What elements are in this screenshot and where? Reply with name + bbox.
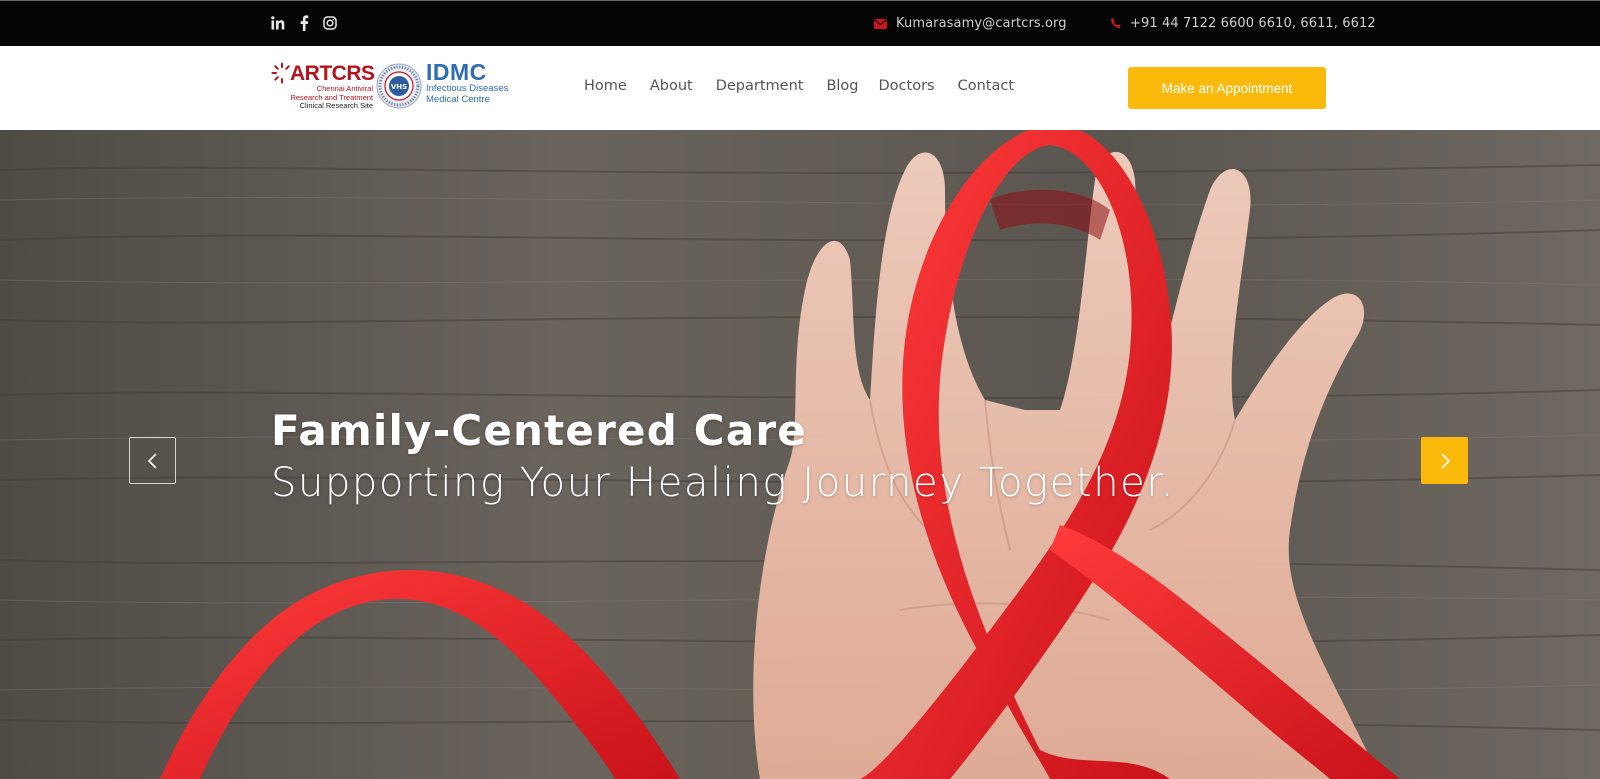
phone-icon xyxy=(1111,18,1121,29)
nav-doctors[interactable]: Doctors xyxy=(879,78,935,94)
hero-title: Family-Centered Care xyxy=(271,406,807,455)
idmc-logo: IDMC Infectious Diseases Medical Centre xyxy=(426,60,508,105)
artcrs-logo: ARTCRS Chennai Antiviral Research and Tr… xyxy=(271,59,375,115)
chevron-left-icon xyxy=(147,452,157,469)
vhs-seal-icon: VHS xyxy=(376,63,422,109)
make-appointment-button[interactable]: Make an Appointment xyxy=(1128,67,1326,109)
top-bar: Kumarasamy@cartcrs.org +91 44 7122 6600 … xyxy=(0,0,1600,46)
site-header: ARTCRS Chennai Antiviral Research and Tr… xyxy=(0,46,1600,130)
nav-home[interactable]: Home xyxy=(584,78,627,94)
idmc-line1: Infectious Diseases xyxy=(426,83,509,94)
seal-text: VHS xyxy=(391,83,407,91)
artcrs-wordmark: ARTCRS xyxy=(290,62,375,85)
hero-subtitle: Supporting Your Healing Journey Together… xyxy=(271,460,1176,506)
chevron-right-icon xyxy=(1440,452,1450,469)
main-nav: Home About Department Blog Doctors Conta… xyxy=(584,78,1037,94)
facebook-icon[interactable] xyxy=(297,15,311,31)
slider-prev-button[interactable] xyxy=(129,437,176,484)
linkedin-icon[interactable] xyxy=(271,15,285,31)
phone-text[interactable]: +91 44 7122 6600 6610, 6611, 6612 xyxy=(1130,16,1376,31)
nav-department[interactable]: Department xyxy=(716,78,804,94)
hero-slider: Family-Centered Care Supporting Your Hea… xyxy=(0,130,1600,779)
slider-next-button[interactable] xyxy=(1421,437,1468,484)
nav-about[interactable]: About xyxy=(650,78,693,94)
artcrs-tagline: Chennai Antiviral Research and Treatment… xyxy=(290,84,373,111)
artcrs-line3: Clinical Research Site xyxy=(299,101,373,110)
nav-contact[interactable]: Contact xyxy=(958,78,1014,94)
contact-email[interactable]: Kumarasamy@cartcrs.org xyxy=(874,16,1067,31)
social-links xyxy=(271,15,337,31)
nav-blog[interactable]: Blog xyxy=(826,78,858,94)
idmc-title: IDMC xyxy=(426,59,487,85)
site-logo[interactable]: ARTCRS Chennai Antiviral Research and Tr… xyxy=(271,59,516,115)
instagram-icon[interactable] xyxy=(323,15,337,31)
email-text[interactable]: Kumarasamy@cartcrs.org xyxy=(896,16,1067,31)
envelope-icon xyxy=(874,18,887,29)
contact-phone[interactable]: +91 44 7122 6600 6610, 6611, 6612 xyxy=(1111,16,1376,31)
idmc-line2: Medical Centre xyxy=(426,93,490,105)
